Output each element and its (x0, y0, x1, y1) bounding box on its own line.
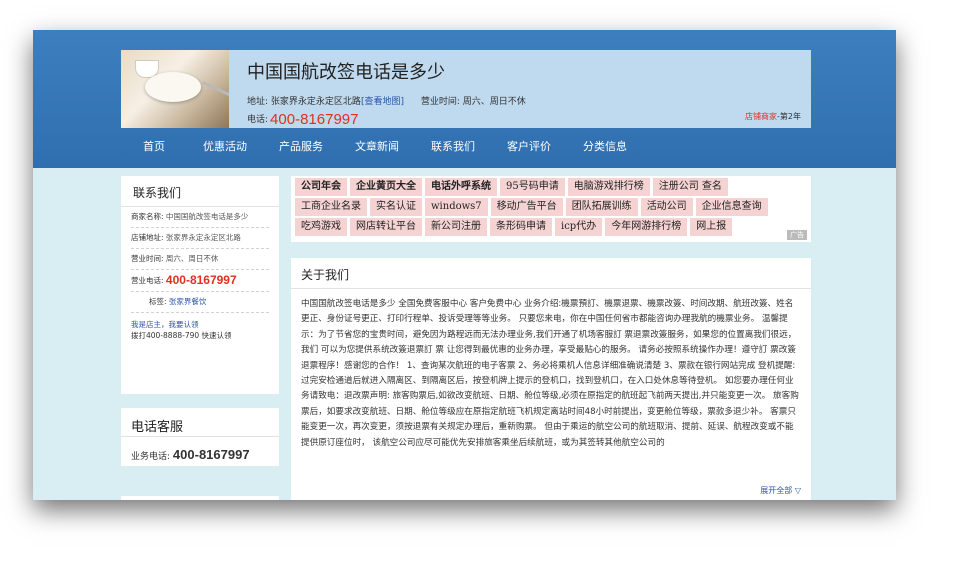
tag-link[interactable]: 实名认证 (370, 198, 422, 216)
next-card (121, 496, 279, 500)
tag-row: 标签: 张家界餐饮 (131, 292, 269, 313)
tag-link[interactable]: 电话外呼系统 (425, 178, 497, 196)
tag-link[interactable]: windows7 (425, 198, 488, 216)
browser-window: 中国国航改签电话是多少 地址: 张家界永定永定区北路[查看地图] 营业时间: 周… (33, 30, 896, 500)
nav-promotions[interactable]: 优惠活动 (187, 136, 263, 158)
tag-link[interactable]: 张家界餐饮 (169, 297, 207, 306)
page-title: 中国国航改签电话是多少 (247, 62, 445, 83)
about-body: 中国国航改签电话是多少 全国免费客服中心 客户免费中心 业务介绍:機票預訂、機票… (301, 299, 799, 448)
hours-row: 营业时间: 周六、周日不休 (131, 249, 269, 270)
nav-products[interactable]: 产品服务 (263, 136, 339, 158)
merchant-badge: 店铺商家-第2年 (745, 112, 801, 121)
ad-label: 广告 (787, 230, 807, 240)
tag-link[interactable]: 公司年会 (295, 178, 347, 196)
tag-row-1: 公司年会 企业黄页大全 电话外呼系统 95号码申请 电脑游戏排行榜 注册公司 查… (295, 178, 807, 196)
header-address: 地址: 张家界永定永定区北路[查看地图] 营业时间: 周六、周日不休 (247, 97, 526, 107)
tag-link[interactable]: 移动广告平台 (490, 198, 563, 216)
nav-home[interactable]: 首页 (121, 136, 187, 158)
tag-link[interactable]: 企业信息查询 (695, 198, 768, 216)
tag-links-panel: 公司年会 企业黄页大全 电话外呼系统 95号码申请 电脑游戏排行榜 注册公司 查… (291, 176, 811, 242)
tag-link[interactable]: 吃鸡游戏 (295, 218, 347, 236)
contact-title: 联系我们 (121, 176, 279, 207)
nav-reviews[interactable]: 客户评价 (491, 136, 567, 158)
phone-service-card: 电话客服 业务电话: 400-8167997 (121, 408, 279, 466)
tag-link[interactable]: 条形码申请 (490, 218, 552, 236)
contact-card: 联系我们 商家名称: 中国国航改签电话是多少 店铺地址: 张家界永定永定区北路 … (121, 176, 279, 394)
tag-link[interactable]: 网店转让平台 (350, 218, 422, 236)
tag-link[interactable]: 今年网游排行榜 (605, 218, 688, 236)
nav-contact[interactable]: 联系我们 (415, 136, 491, 158)
expand-all-link[interactable]: 展开全部 ▽ (760, 485, 801, 496)
about-section: 关于我们 中国国航改签电话是多少 全国免费客服中心 客户免费中心 业务介绍:機票… (291, 258, 811, 500)
phone-row: 营业电话: 400-8167997 (131, 270, 269, 292)
tag-link[interactable]: icp代办 (555, 218, 603, 236)
claim-shop: 我是店主，我要认领 拨打400-8888-790 快速认领 (131, 319, 269, 341)
nav-classifieds[interactable]: 分类信息 (567, 136, 643, 158)
view-map-link[interactable]: [查看地图] (361, 97, 404, 107)
shop-address-row: 店铺地址: 张家界永定永定区北路 (131, 228, 269, 249)
tag-link[interactable]: 电脑游戏排行榜 (567, 178, 650, 196)
main-nav: 首页 优惠活动 产品服务 文章新闻 联系我们 客户评价 分类信息 (121, 136, 811, 158)
contact-phone: 400-8167997 (165, 273, 237, 287)
tag-link[interactable]: 注册公司 查名 (652, 178, 728, 196)
claim-shop-link[interactable]: 我是店主，我要认领 (131, 319, 269, 330)
service-title: 电话客服 (121, 408, 279, 437)
fork-image (201, 80, 229, 99)
shop-photo (121, 50, 229, 128)
tag-row-3: 吃鸡游戏 网店转让平台 新公司注册 条形码申请 icp代办 今年网游排行榜 网上… (295, 218, 807, 236)
nav-news[interactable]: 文章新闻 (339, 136, 415, 158)
plate-image (145, 72, 201, 102)
tag-link[interactable]: 活动公司 (640, 198, 693, 216)
tag-link[interactable]: 团队拓展训练 (565, 198, 638, 216)
tag-link[interactable]: 新公司注册 (425, 218, 487, 236)
tag-link[interactable]: 95号码申请 (500, 178, 565, 196)
tag-link[interactable]: 网上报 (690, 218, 733, 236)
merchant-name-row: 商家名称: 中国国航改签电话是多少 (131, 207, 269, 228)
about-title: 关于我们 (291, 258, 811, 289)
tag-link[interactable]: 工商企业名录 (295, 198, 367, 216)
shop-header: 中国国航改签电话是多少 地址: 张家界永定永定区北路[查看地图] 营业时间: 周… (121, 50, 811, 128)
header-phone: 电话: 400-8167997 (247, 111, 359, 128)
tag-row-2: 工商企业名录 实名认证 windows7 移动广告平台 团队拓展训练 活动公司 … (295, 198, 807, 216)
service-phone: 业务电话: 400-8167997 (131, 447, 250, 462)
tag-link[interactable]: 企业黄页大全 (350, 178, 422, 196)
phone-number: 400-8167997 (270, 111, 359, 128)
